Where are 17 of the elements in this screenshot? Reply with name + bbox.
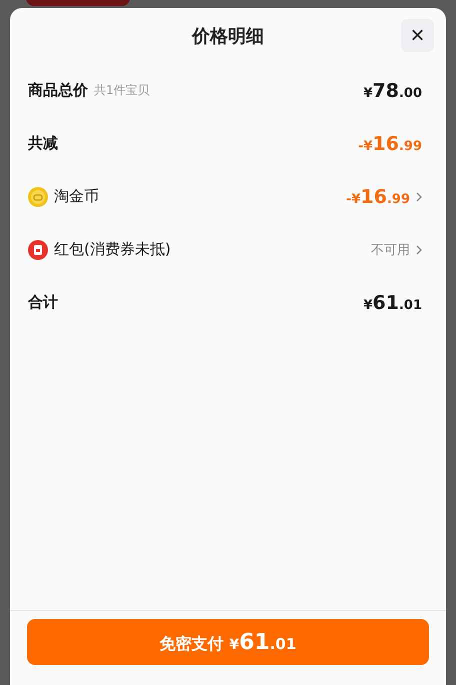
chevron-icon bbox=[416, 244, 422, 254]
sheet-title: 价格明细 bbox=[192, 25, 264, 48]
row-label: 淘金币 bbox=[54, 187, 99, 206]
row-label: 合计 bbox=[28, 293, 58, 312]
price: ¥61.01 bbox=[363, 292, 422, 314]
row-label: 共减 bbox=[28, 134, 58, 153]
item-count: 共1件宝贝 bbox=[94, 82, 150, 99]
row-label: 红包(消费券未抵) bbox=[54, 240, 171, 259]
price: -¥16.99 bbox=[346, 186, 410, 208]
status-text: 不可用 bbox=[371, 242, 410, 258]
price: ¥78.00 bbox=[363, 80, 422, 102]
envelope-icon bbox=[28, 240, 48, 260]
row-label: 商品总价 bbox=[28, 81, 88, 100]
chevron-icon bbox=[416, 192, 422, 202]
close-button[interactable]: × bbox=[401, 19, 434, 52]
coin-icon bbox=[28, 186, 48, 206]
price: -¥16.99 bbox=[358, 132, 422, 154]
